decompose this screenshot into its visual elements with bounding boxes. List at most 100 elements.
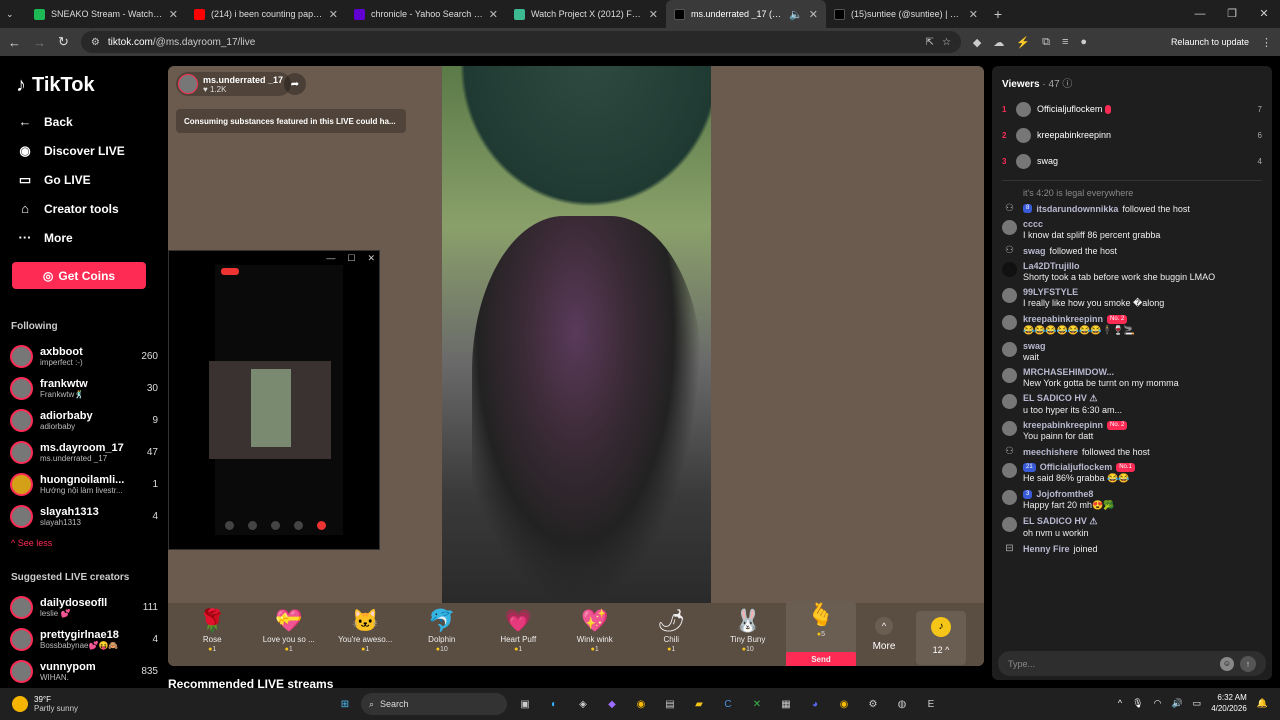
following-item[interactable]: frankwtw Frankwtw🕺 30: [10, 372, 158, 404]
tiktok-logo[interactable]: ♪ TikTok: [16, 74, 158, 97]
chevron-up-icon[interactable]: ^: [1118, 698, 1122, 708]
bookmark-star-icon[interactable]: ☆: [942, 37, 951, 48]
browser-tab[interactable]: SNEAKO Stream - Watch Live o ✕: [26, 0, 186, 28]
weather-widget[interactable]: 39°F Partly sunny: [12, 695, 78, 713]
wifi-icon[interactable]: ◠: [1154, 698, 1162, 709]
browser-tab-active[interactable]: ms.underrated _17 (@ms.d 🔈 ✕: [666, 0, 826, 28]
chrome-icon[interactable]: ◉: [631, 694, 651, 714]
kebab-menu-icon[interactable]: ⋮: [1261, 36, 1272, 49]
message-author[interactable]: itsdarundownnikka: [1036, 204, 1118, 214]
nav-more[interactable]: ··· More: [16, 223, 158, 252]
message-author[interactable]: swag: [1023, 341, 1046, 351]
mic-icon[interactable]: 🎙: [1132, 698, 1143, 709]
message-author[interactable]: EL SADICO HV ⚠: [1023, 393, 1122, 404]
coin-balance[interactable]: ♪ 12 ^: [916, 611, 966, 665]
live-video[interactable]: [442, 66, 711, 606]
extension-icon[interactable]: ⚡: [1016, 36, 1030, 49]
following-item[interactable]: slayah1313 slayah1313 4: [10, 500, 158, 532]
gift-item[interactable]: 💝 Love you so ... ●1: [251, 607, 328, 653]
close-icon[interactable]: ✕: [329, 8, 338, 21]
top-viewer-row[interactable]: 2 kreepabinkreepinn 6: [992, 122, 1272, 148]
browser-tab[interactable]: (214) i been counting paper i g ✕: [186, 0, 346, 28]
share-icon[interactable]: ➦: [284, 73, 306, 95]
media-icon[interactable]: ≡: [1062, 36, 1068, 48]
info-icon[interactable]: ⓘ: [1062, 79, 1072, 90]
browser-tab[interactable]: (15)suntiee (@suntiee) | TikTok ✕: [826, 0, 986, 28]
message-author[interactable]: cccc: [1023, 219, 1160, 229]
settings-gear-icon[interactable]: ⚙: [863, 694, 883, 714]
minimize-icon[interactable]: —: [1184, 0, 1216, 28]
app-icon[interactable]: ◈: [573, 694, 593, 714]
see-less-link[interactable]: ^ See less: [11, 538, 158, 548]
message-author[interactable]: La42DTrujillo: [1023, 261, 1215, 271]
tab-menu[interactable]: ⌄: [0, 0, 26, 28]
nav-creator-tools[interactable]: ⌂ Creator tools: [16, 194, 158, 223]
app-icon[interactable]: C: [718, 694, 738, 714]
gift-item[interactable]: 🐰 Tiny Buny ●10: [710, 607, 787, 653]
task-view-icon[interactable]: ▣: [515, 694, 535, 714]
battery-icon[interactable]: ▭: [1193, 698, 1202, 709]
url-field[interactable]: ⚙ tiktok.com/@ms.dayroom_17/live ⇱ ☆: [80, 31, 961, 53]
chat-input[interactable]: Type... ☺ ↑: [998, 651, 1266, 676]
message-author[interactable]: Jojofromthe8: [1036, 489, 1093, 499]
top-viewer-row[interactable]: 1 Officialjuflockem 7: [992, 96, 1272, 122]
site-info-icon[interactable]: ⚙: [91, 37, 100, 48]
close-icon[interactable]: ✕: [169, 8, 178, 21]
store-icon[interactable]: ▤: [660, 694, 680, 714]
following-item[interactable]: huongnoilamli... Hướng nội làm livestr...…: [10, 468, 158, 500]
close-icon[interactable]: ✕: [969, 8, 978, 21]
speaker-icon[interactable]: 🔈: [789, 8, 803, 21]
message-author[interactable]: EL SADICO HV ⚠: [1023, 516, 1097, 527]
message-author[interactable]: kreepabinkreepinn: [1023, 420, 1103, 430]
close-window-icon[interactable]: ✕: [1248, 0, 1280, 28]
suggested-item[interactable]: prettygirlnae18 Bossbabynae💕😝🙈 4: [10, 623, 158, 655]
gift-item[interactable]: 🐬 Dolphin ●10: [404, 607, 481, 653]
open-external-icon[interactable]: ⇱: [926, 37, 934, 48]
taskbar-search[interactable]: ⌕ Search: [361, 693, 507, 715]
live-stream-player[interactable]: ms.underrated _17 ♥ 1.2K ➦ Consuming sub…: [168, 66, 984, 666]
teams-icon[interactable]: ◆: [602, 694, 622, 714]
back-arrow-icon[interactable]: ←: [8, 35, 21, 50]
suggested-item[interactable]: vunnypom WIHAN. 835: [10, 655, 158, 686]
following-item[interactable]: ms.dayroom_17 ms.underrated _17 47: [10, 436, 158, 468]
following-item[interactable]: adiorbaby adiorbaby 9: [10, 404, 158, 436]
gift-item[interactable]: 💗 Heart Puff ●1: [480, 607, 557, 653]
gift-item[interactable]: 🐱 You're aweso... ●1: [327, 607, 404, 653]
relaunch-button[interactable]: Relaunch to update: [1171, 37, 1249, 47]
close-icon[interactable]: ✕: [649, 8, 658, 21]
discord-icon[interactable]: ◕: [805, 694, 825, 714]
nav-go-live[interactable]: ▭ Go LIVE: [16, 165, 158, 194]
extension-icon[interactable]: ☁: [993, 36, 1004, 49]
message-author[interactable]: meechishere: [1023, 447, 1078, 457]
message-author[interactable]: swag: [1023, 246, 1046, 256]
volume-icon[interactable]: 🔊: [1171, 698, 1182, 709]
file-explorer-icon[interactable]: ▰: [689, 694, 709, 714]
back-link[interactable]: ← Back: [16, 107, 158, 136]
windows-start-icon[interactable]: ⊞: [335, 694, 355, 714]
message-author[interactable]: Henny Fire: [1023, 544, 1070, 554]
browser-tab[interactable]: Watch Project X (2012) For Free ✕: [506, 0, 666, 28]
restore-icon[interactable]: ❐: [1216, 0, 1248, 28]
message-author[interactable]: MRCHASEHIMDOW...: [1023, 367, 1179, 377]
emoji-icon[interactable]: ☺: [1220, 656, 1234, 671]
following-item[interactable]: axbboot imperfect :-) 260: [10, 340, 158, 372]
get-coins-button[interactable]: ◎ Get Coins: [12, 262, 146, 289]
notification-bell-icon[interactable]: 🔔: [1257, 698, 1268, 709]
close-icon[interactable]: ✕: [367, 253, 375, 264]
app-icon[interactable]: ◍: [892, 694, 912, 714]
more-gifts-button[interactable]: ^ More: [856, 607, 912, 652]
app-icon[interactable]: ▦: [776, 694, 796, 714]
maximize-icon[interactable]: ☐: [347, 253, 355, 264]
extensions-puzzle-icon[interactable]: ⧉: [1042, 36, 1050, 49]
gift-item[interactable]: 🌹 Rose ●1: [174, 607, 251, 653]
message-author[interactable]: Officialjuflockem: [1040, 462, 1113, 472]
gift-item[interactable]: 💖 Wink wink ●1: [557, 607, 634, 653]
send-arrow-icon[interactable]: ↑: [1240, 655, 1256, 672]
floating-mini-window[interactable]: — ☐ ✕: [168, 250, 380, 550]
close-icon[interactable]: ✕: [809, 8, 818, 21]
chrome-icon[interactable]: ◉: [834, 694, 854, 714]
extension-icon[interactable]: ◆: [973, 36, 981, 49]
send-button[interactable]: Send: [786, 652, 856, 666]
minimize-icon[interactable]: —: [326, 253, 335, 264]
xbox-icon[interactable]: ✕: [747, 694, 767, 714]
